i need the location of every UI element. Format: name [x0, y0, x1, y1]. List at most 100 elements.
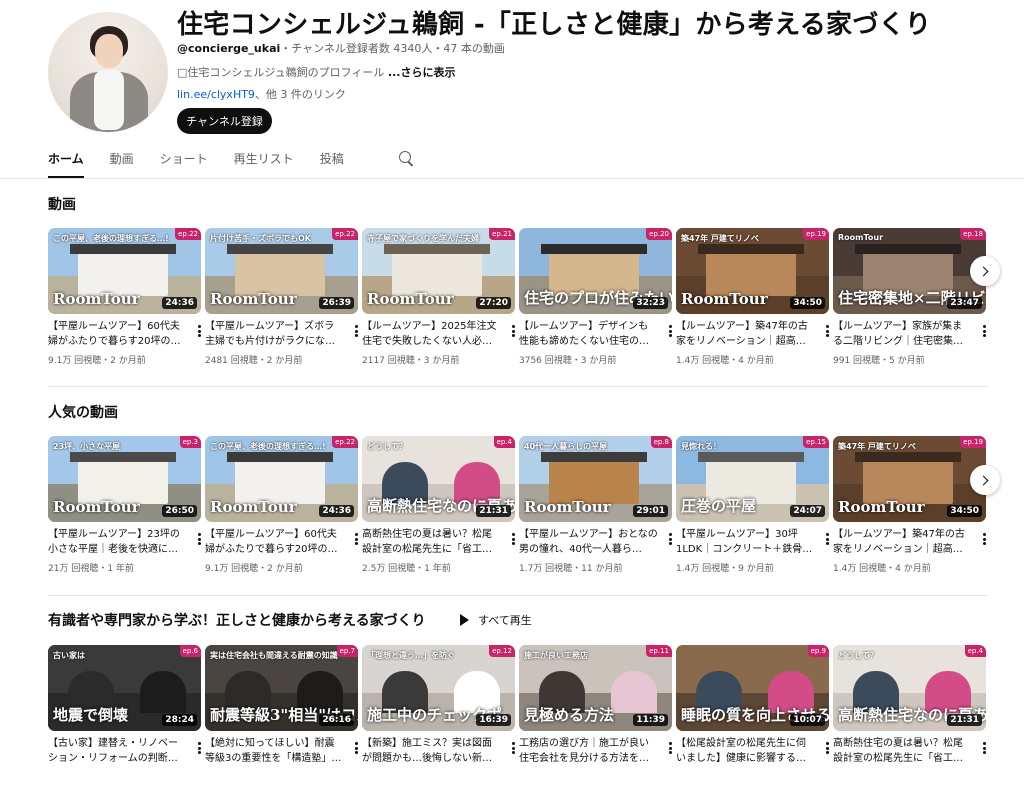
more-options-icon[interactable]	[198, 533, 201, 545]
tab-playlists[interactable]: 再生リスト	[234, 150, 294, 178]
video-thumbnail[interactable]: どうして？高断熱住宅なのに夏あつい家ep.421:31	[362, 436, 515, 522]
video-title[interactable]: 【ルームツアー】築47年の古家をリノベーション｜超高…	[833, 529, 965, 555]
video-title-wrap[interactable]: 高断熱住宅の夏は暑い？松尾設計室の松尾先生に「省工…	[833, 736, 986, 766]
video-title-wrap[interactable]: 【平屋ルームツアー】ズボラ主婦でも片付けがラクにな…	[205, 319, 358, 349]
video-title[interactable]: 【平屋ルームツアー】ズボラ主婦でも片付けがラクにな…	[205, 321, 335, 347]
more-options-icon[interactable]	[826, 742, 829, 754]
subscribe-button[interactable]: チャンネル登録	[177, 108, 272, 134]
video-card[interactable]: 「理想と違う…」を防ぐ 施工中のチェックポ ep.12 16:39 【新築】施工ミス？実…	[362, 645, 515, 770]
video-title-wrap[interactable]: 工務店の選び方｜施工が良い住宅会社を見分ける方法を…	[519, 736, 672, 766]
more-options-icon[interactable]	[826, 325, 829, 337]
video-thumbnail[interactable]: この平屋、老後の理想すぎる…! RoomTour ep.22 24:36	[48, 228, 201, 314]
video-thumbnail[interactable]: 23坪、小さな平屋 RoomTour ep.3 26:50	[48, 436, 201, 522]
video-title[interactable]: 高断熱住宅の夏は暑い？松尾設計室の松尾先生に「省工…	[833, 738, 963, 764]
more-options-icon[interactable]	[512, 533, 515, 545]
channel-links-more[interactable]: 、他 3 件のリンク	[255, 88, 346, 101]
more-options-icon[interactable]	[512, 742, 515, 754]
video-card[interactable]: どうして？高断熱住宅なのに夏あつい家ep.421:31 高断熱住宅の夏は暑い？松尾…	[833, 645, 986, 770]
more-options-icon[interactable]	[669, 533, 672, 545]
video-card[interactable]: 40代一人暮らしの平屋 RoomTour ep.8 29:01 【平屋ルームツアー】おと…	[519, 436, 672, 574]
video-title-wrap[interactable]: 【絶対に知ってほしい】耐震等級3の重要性を「構造塾」…	[205, 736, 358, 766]
more-options-icon[interactable]	[512, 325, 515, 337]
video-title[interactable]: 工務店の選び方｜施工が良い住宅会社を見分ける方法を…	[519, 738, 649, 764]
video-card[interactable]: 見惚れる！ 圧巻の平屋 ep.15 24:07 【平屋ルームツアー】30坪1LDK｜コン…	[676, 436, 829, 574]
search-icon[interactable]	[398, 150, 414, 166]
video-card[interactable]: 施工が良い工務店 見極める方法 ep.11 11:39 工務店の選び方｜施工が良い住宅会…	[519, 645, 672, 770]
more-options-icon[interactable]	[983, 533, 986, 545]
more-options-icon[interactable]	[355, 742, 358, 754]
video-card[interactable]: この平屋、老後の理想すぎる…! RoomTour ep.22 24:36 【平屋ルームツ…	[205, 436, 358, 574]
video-card[interactable]: 古い家は 地震で倒壊 ep.6 28:24 【古い家】建替え・リノベーション・リフォーム…	[48, 645, 201, 770]
video-title[interactable]: 【新築】施工ミス？実は図面が問題かも…後悔しない新…	[362, 738, 492, 764]
video-thumbnail[interactable]: 実は住宅会社も間違える耐震の知識耐震等級3"相当"はコスパが悪いep.726:1…	[205, 645, 358, 731]
more-options-icon[interactable]	[198, 325, 201, 337]
video-title[interactable]: 【ルームツアー】家族が集まる二階リビング｜住宅密集…	[833, 321, 963, 347]
video-title-wrap[interactable]: 高断熱住宅の夏は暑い？松尾設計室の松尾先生に「省工…	[362, 527, 515, 557]
section-title-playlist[interactable]: 有識者や専門家から学ぶ！正しさと健康から考える家づくり	[48, 610, 426, 630]
video-thumbnail[interactable]: 築47年 戸建てリノベ RoomTour ep.19 34:50	[833, 436, 986, 522]
channel-link[interactable]: lin.ee/clyxHT9	[177, 88, 255, 101]
video-title[interactable]: 【松尾設計室の松尾先生に伺いました】健康に影響する…	[676, 738, 806, 764]
video-title[interactable]: 【平屋ルームツアー】60代夫婦がふたりで暮らす20坪の…	[48, 321, 181, 347]
video-title[interactable]: 【絶対に知ってほしい】耐震等級3の重要性を「構造塾」…	[205, 738, 341, 764]
video-title-wrap[interactable]: 【平屋ルームツアー】60代夫婦がふたりで暮らす20坪の…	[205, 527, 358, 557]
video-thumbnail[interactable]: 住宅のプロが住みたい家ep.2032:23	[519, 228, 672, 314]
section-title-videos[interactable]: 動画	[48, 194, 76, 214]
video-card[interactable]: 片付け苦手・ズボラでもOK RoomTour ep.22 26:39 【平屋ルームツアー…	[205, 228, 358, 366]
video-title-wrap[interactable]: 【平屋ルームツアー】30坪1LDK｜コンクリート＋鉄骨…	[676, 527, 829, 557]
video-card[interactable]: RoomTour 住宅密集地×二階リビ ep.18 23:47 【ルームツアー】家族が集…	[833, 228, 986, 366]
more-options-icon[interactable]	[983, 742, 986, 754]
channel-description[interactable]: □住宅コンシェルジュ鵜飼のプロフィール ...さらに表示	[177, 64, 455, 80]
video-title-wrap[interactable]: 【ルームツアー】家族が集まる二階リビング｜住宅密集…	[833, 319, 986, 349]
video-thumbnail[interactable]: 片付け苦手・ズボラでもOK RoomTour ep.22 26:39	[205, 228, 358, 314]
video-title-wrap[interactable]: 【平屋ルームツアー】23坪の小さな平屋｜老後を快適に…	[48, 527, 201, 557]
video-card[interactable]: 実は住宅会社も間違える耐震の知識耐震等級3"相当"はコスパが悪いep.726:1…	[205, 645, 358, 770]
channel-avatar[interactable]	[48, 12, 168, 132]
video-thumbnail[interactable]: どうして？高断熱住宅なのに夏あつい家ep.421:31	[833, 645, 986, 731]
video-thumbnail[interactable]: 睡眠の質を向上させる住宅環境ep.910:07	[676, 645, 829, 731]
more-options-icon[interactable]	[355, 533, 358, 545]
section-title-popular[interactable]: 人気の動画	[48, 402, 118, 422]
video-title-wrap[interactable]: 【ルームツアー】築47年の古家をリノベーション｜超高…	[833, 527, 986, 557]
video-card[interactable]: この平屋、老後の理想すぎる…! RoomTour ep.22 24:36 【平屋ルームツ…	[48, 228, 201, 366]
video-title[interactable]: 【平屋ルームツアー】60代夫婦がふたりで暮らす20坪の…	[205, 529, 338, 555]
more-options-icon[interactable]	[826, 533, 829, 545]
more-options-icon[interactable]	[983, 325, 986, 337]
more-options-icon[interactable]	[669, 325, 672, 337]
next-arrow-button[interactable]	[970, 256, 1000, 286]
video-title-wrap[interactable]: 【ルームツアー】築47年の古家をリノベーション｜超高…	[676, 319, 829, 349]
tab-posts[interactable]: 投稿	[320, 150, 344, 178]
video-thumbnail[interactable]: 40代一人暮らしの平屋 RoomTour ep.8 29:01	[519, 436, 672, 522]
video-card[interactable]: どうして？高断熱住宅なのに夏あつい家ep.421:31 高断熱住宅の夏は暑い？松尾…	[362, 436, 515, 574]
video-title[interactable]: 【ルームツアー】2025年注文住宅で失敗したくない人必…	[362, 321, 497, 347]
more-options-icon[interactable]	[198, 742, 201, 754]
video-thumbnail[interactable]: 古い家は 地震で倒壊 ep.6 28:24	[48, 645, 201, 731]
video-title-wrap[interactable]: 【新築】施工ミス？実は図面が問題かも…後悔しない新…	[362, 736, 515, 766]
tab-shorts[interactable]: ショート	[160, 150, 208, 178]
video-title-wrap[interactable]: 【ルームツアー】デザインも性能も諦めたくない住宅の…	[519, 319, 672, 349]
video-thumbnail[interactable]: RoomTour 住宅密集地×二階リビ ep.18 23:47	[833, 228, 986, 314]
video-thumbnail[interactable]: この平屋、老後の理想すぎる…! RoomTour ep.22 24:36	[205, 436, 358, 522]
video-thumbnail[interactable]: 築47年 戸建てリノベ RoomTour ep.19 34:50	[676, 228, 829, 314]
video-title-wrap[interactable]: 【松尾設計室の松尾先生に伺いました】健康に影響する…	[676, 736, 829, 766]
video-title[interactable]: 【ルームツアー】築47年の古家をリノベーション｜超高…	[676, 321, 808, 347]
play-all-button[interactable]: すべて再生	[460, 612, 532, 628]
video-title-wrap[interactable]: 【ルームツアー】2025年注文住宅で失敗したくない人必…	[362, 319, 515, 349]
video-thumbnail[interactable]: 施工が良い工務店 見極める方法 ep.11 11:39	[519, 645, 672, 731]
video-card[interactable]: 築47年 戸建てリノベ RoomTour ep.19 34:50 【ルームツアー】築47…	[833, 436, 986, 574]
more-options-icon[interactable]	[669, 742, 672, 754]
video-thumbnail[interactable]: 寺子屋で家づくりを学んだ夫婦 RoomTour ep.21 27:20	[362, 228, 515, 314]
show-more-link[interactable]: ...さらに表示	[388, 66, 456, 79]
video-title[interactable]: 【ルームツアー】デザインも性能も諦めたくない住宅の…	[519, 321, 649, 347]
more-options-icon[interactable]	[355, 325, 358, 337]
video-card[interactable]: 築47年 戸建てリノベ RoomTour ep.19 34:50 【ルームツアー】築47…	[676, 228, 829, 366]
video-title[interactable]: 【平屋ルームツアー】23坪の小さな平屋｜老後を快適に…	[48, 529, 180, 555]
video-card[interactable]: 23坪、小さな平屋 RoomTour ep.3 26:50 【平屋ルームツアー】23坪の…	[48, 436, 201, 574]
video-card[interactable]: 睡眠の質を向上させる住宅環境ep.910:07 【松尾設計室の松尾先生に伺いました…	[676, 645, 829, 770]
video-title-wrap[interactable]: 【平屋ルームツアー】おとなの男の憧れ、40代一人暮ら…	[519, 527, 672, 557]
video-card[interactable]: 住宅のプロが住みたい家ep.2032:23 【ルームツアー】デザインも性能も諦めた…	[519, 228, 672, 366]
video-card[interactable]: 寺子屋で家づくりを学んだ夫婦 RoomTour ep.21 27:20 【ルームツアー】…	[362, 228, 515, 366]
next-arrow-button[interactable]	[970, 465, 1000, 495]
tab-home[interactable]: ホーム	[48, 150, 84, 178]
video-title[interactable]: 【平屋ルームツアー】30坪1LDK｜コンクリート＋鉄骨…	[676, 529, 812, 555]
